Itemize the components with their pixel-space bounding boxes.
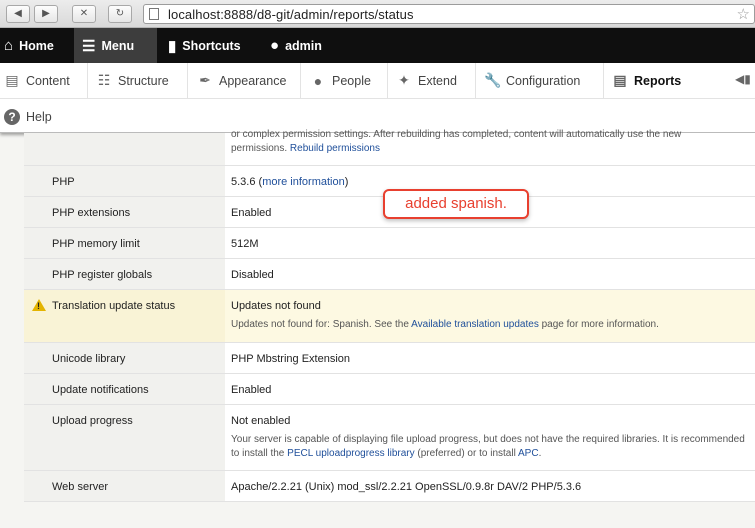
table-row: Unicode library PHP Mbstring Extension bbox=[24, 342, 755, 374]
row-label: PHP bbox=[24, 165, 225, 197]
row-label: PHP extensions bbox=[24, 196, 225, 228]
tray-item-configuration-label: Configuration bbox=[506, 73, 581, 88]
row-value: Disabled bbox=[225, 258, 755, 290]
row-value: Enabled bbox=[225, 373, 755, 405]
row-label: PHP register globals bbox=[24, 258, 225, 290]
tray-item-help[interactable]: ? Help bbox=[0, 99, 60, 134]
toolbar-home-label: Home bbox=[19, 38, 54, 53]
row-label: Web server bbox=[24, 470, 225, 502]
page-icon bbox=[149, 8, 159, 20]
row-label-text: Translation update status bbox=[52, 299, 176, 312]
menu-icon: ☰ bbox=[82, 37, 96, 55]
plug-icon: ✦ bbox=[398, 72, 410, 88]
tray-item-extend[interactable]: ✦ Extend bbox=[392, 63, 476, 98]
annotation-callout: added spanish. bbox=[383, 189, 529, 219]
structure-icon: ☷ bbox=[97, 72, 111, 88]
row-description: Your server is capable of displaying fil… bbox=[231, 433, 749, 461]
row-value: or complex permission settings. After re… bbox=[225, 129, 755, 166]
tray-item-people-label: People bbox=[332, 73, 371, 88]
home-icon: ⌂ bbox=[4, 37, 14, 54]
table-row: Update notifications Enabled bbox=[24, 373, 755, 405]
tray-item-structure-label: Structure bbox=[118, 73, 169, 88]
url-text: localhost:8888/d8-git/admin/reports/stat… bbox=[168, 7, 414, 22]
help-icon: ? bbox=[4, 108, 20, 125]
toolbar-user-label: admin bbox=[285, 38, 322, 53]
row-label: Unicode library bbox=[24, 342, 225, 374]
table-row-warning: ! Translation update status Updates not … bbox=[24, 289, 755, 343]
back-button[interactable]: ◀ bbox=[6, 5, 30, 23]
table-row: PHP memory limit 512M bbox=[24, 227, 755, 259]
description-text: or complex permission settings. After re… bbox=[231, 129, 682, 140]
pecl-uploadprogress-link[interactable]: PECL uploadprogress library bbox=[287, 448, 414, 459]
row-value: Updates not found Updates not found for:… bbox=[225, 289, 755, 343]
row-label bbox=[24, 133, 225, 166]
tray-orientation-toggle-icon[interactable]: ◀▮ bbox=[735, 72, 755, 88]
tray-item-extend-label: Extend bbox=[418, 73, 457, 88]
tray-item-content[interactable]: ▤ Content bbox=[0, 63, 88, 98]
description-text: page for more information. bbox=[538, 318, 659, 330]
table-row: Upload progress Not enabled Your server … bbox=[24, 404, 755, 471]
description-text: Updates not found for: Spanish. See the bbox=[231, 318, 412, 330]
php-more-info-link[interactable]: more information bbox=[262, 176, 345, 188]
row-value: Apache/2.2.21 (Unix) mod_ssl/2.2.21 Open… bbox=[225, 470, 755, 502]
tray-item-configuration[interactable]: 🔧 Configuration bbox=[480, 63, 604, 98]
row-value-text: Not enabled bbox=[231, 414, 291, 427]
php-suffix: ) bbox=[344, 175, 349, 188]
wrench-icon: 🔧 bbox=[484, 72, 502, 88]
browser-chrome: ◀ ▶ ✕ ↻ localhost:8888/d8-git/admin/repo… bbox=[0, 0, 755, 28]
tray-item-people[interactable]: ● People bbox=[306, 63, 388, 98]
php-version: 5.3.6 ( bbox=[231, 175, 263, 188]
row-value: Not enabled Your server is capable of di… bbox=[225, 404, 755, 471]
forward-button[interactable]: ▶ bbox=[34, 5, 58, 23]
toolbar-tray: ▤ Content ☷ Structure ✒ Appearance ● Peo… bbox=[0, 63, 755, 133]
tray-item-help-label: Help bbox=[26, 109, 52, 124]
row-value: PHP Mbstring Extension bbox=[225, 342, 755, 374]
row-value-text: Updates not found bbox=[231, 299, 321, 312]
toolbar-home[interactable]: ⌂ Home bbox=[0, 28, 62, 63]
reload-button[interactable]: ↻ bbox=[108, 5, 132, 23]
row-label: Upload progress bbox=[24, 404, 225, 471]
warning-icon: ! bbox=[32, 298, 46, 311]
tray-item-reports[interactable]: ▤ Reports bbox=[608, 63, 728, 98]
user-icon: ● bbox=[270, 37, 280, 54]
toolbar-user[interactable]: ● admin bbox=[262, 28, 330, 63]
toolbar-menu[interactable]: ☰ Menu bbox=[74, 28, 157, 63]
toolbar-shortcuts[interactable]: ▮ Shortcuts bbox=[160, 28, 249, 63]
tray-item-structure[interactable]: ☷ Structure bbox=[92, 63, 188, 98]
available-translation-updates-link[interactable]: Available translation updates bbox=[411, 319, 539, 330]
tray-item-appearance-label: Appearance bbox=[219, 73, 287, 88]
description-text: . bbox=[538, 447, 542, 459]
admin-toolbar: ⌂ Home ☰ Menu ▮ Shortcuts ● admin bbox=[0, 28, 755, 63]
bookmark-icon: ▮ bbox=[168, 37, 177, 55]
description-text: permissions. bbox=[231, 143, 288, 154]
reports-icon: ▤ bbox=[613, 72, 627, 88]
rebuild-permissions-link[interactable]: Rebuild permissions bbox=[290, 143, 380, 154]
tray-item-appearance[interactable]: ✒ Appearance bbox=[193, 63, 301, 98]
content-icon: ▤ bbox=[5, 72, 19, 88]
table-row: or complex permission settings. After re… bbox=[24, 129, 755, 166]
row-label: PHP memory limit bbox=[24, 227, 225, 259]
address-bar[interactable]: localhost:8888/d8-git/admin/reports/stat… bbox=[143, 4, 755, 24]
tray-item-content-label: Content bbox=[26, 73, 70, 88]
table-row: PHP register globals Disabled bbox=[24, 258, 755, 290]
tray-second-row: ? Help bbox=[0, 98, 755, 125]
row-value: 512M bbox=[225, 227, 755, 259]
tray-item-reports-label: Reports bbox=[634, 73, 682, 88]
row-description: or complex permission settings. After re… bbox=[231, 128, 749, 156]
toolbar-shortcuts-label: Shortcuts bbox=[182, 38, 241, 53]
bookmark-star-icon[interactable]: ☆ bbox=[737, 5, 750, 23]
paintbrush-icon: ✒ bbox=[199, 72, 211, 88]
row-label: Update notifications bbox=[24, 373, 225, 405]
apc-link[interactable]: APC bbox=[518, 448, 539, 459]
description-text: (preferred) or to install bbox=[414, 447, 519, 459]
row-description: Updates not found for: Spanish. See the … bbox=[231, 318, 749, 332]
stop-button[interactable]: ✕ bbox=[72, 5, 96, 23]
table-row: Web server Apache/2.2.21 (Unix) mod_ssl/… bbox=[24, 470, 755, 502]
toolbar-menu-label: Menu bbox=[101, 38, 135, 53]
row-label: ! Translation update status bbox=[24, 289, 225, 343]
people-icon: ● bbox=[313, 72, 323, 89]
